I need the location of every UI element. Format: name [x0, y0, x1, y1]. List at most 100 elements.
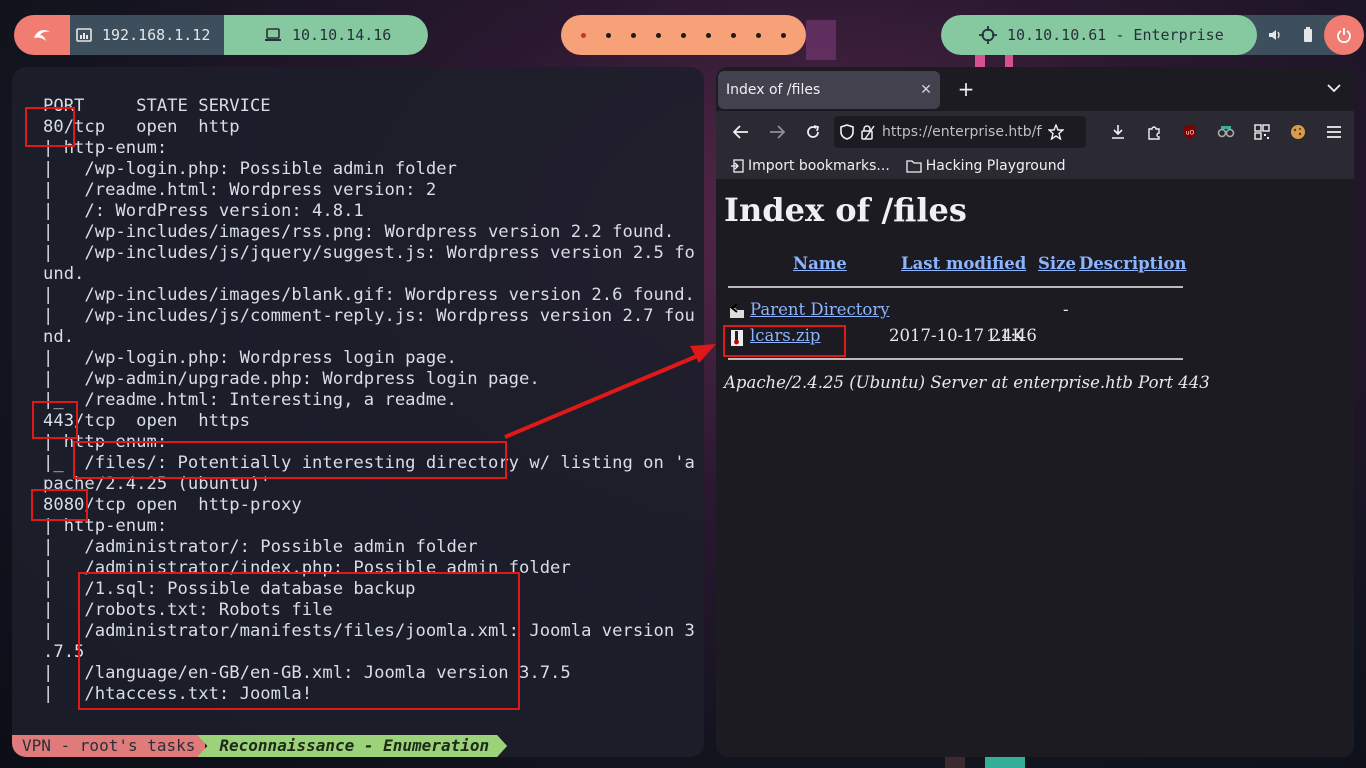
- network-icon: [76, 28, 92, 42]
- annotation-box-port-443: [32, 401, 78, 439]
- foxyproxy-button[interactable]: [1212, 118, 1240, 146]
- lock-warning-icon[interactable]: [860, 124, 876, 140]
- terminal-line: und.: [43, 264, 85, 284]
- bookmark-import-label: Import bookmarks...: [748, 158, 890, 174]
- terminal-line: | /wp-login.php: Possible admin folder: [43, 159, 457, 179]
- annotation-box-joomla-files: [78, 572, 520, 710]
- column-description-header[interactable]: Description: [1079, 254, 1187, 273]
- back-button[interactable]: [726, 117, 756, 147]
- bookmark-import[interactable]: Import bookmarks...: [730, 158, 890, 174]
- reload-button[interactable]: [798, 117, 828, 147]
- workspace-1[interactable]: [581, 32, 586, 38]
- wappalyzer-button[interactable]: [1248, 118, 1276, 146]
- toolbar-icons: uO: [1104, 118, 1348, 146]
- terminal-line: | http-enum:: [43, 516, 168, 536]
- download-icon: [1112, 125, 1124, 139]
- page-heading: Index of /files: [724, 191, 967, 229]
- vpn-ip-widget[interactable]: 10.10.14.16: [224, 15, 428, 55]
- parent-directory-link[interactable]: Parent Directory: [750, 300, 890, 319]
- app-menu-button[interactable]: [1320, 118, 1348, 146]
- kali-dragon-icon: [34, 30, 50, 41]
- local-ip-widget[interactable]: 192.168.1.12: [70, 15, 224, 55]
- session-name[interactable]: VPN - root's tasks: [12, 735, 206, 757]
- workspace-4[interactable]: [656, 32, 661, 38]
- workspace-5[interactable]: [681, 32, 686, 38]
- close-tab-icon[interactable]: ✕: [912, 82, 940, 98]
- topbar-right: 10.10.10.61 - Enterprise: [941, 15, 1364, 55]
- list-item: Parent Directory -: [724, 300, 1184, 326]
- svg-text:uO: uO: [1186, 130, 1195, 137]
- bookmark-star-icon[interactable]: [1048, 124, 1064, 140]
- shield-icon[interactable]: [840, 124, 854, 140]
- ublock-button[interactable]: uO: [1176, 118, 1204, 146]
- crosshair-icon: [979, 26, 997, 44]
- terminal-window[interactable]: PORT STATE SERVICE 80/tcp open http | http…: [12, 67, 704, 757]
- workspace-3[interactable]: [631, 32, 636, 38]
- terminal-line: | /wp-login.php: Wordpress login page.: [43, 348, 457, 368]
- cookie-editor-button[interactable]: [1284, 118, 1312, 146]
- folder-icon: [906, 160, 922, 173]
- terminal-line: | /readme.html: Wordpress version: 2: [43, 180, 437, 200]
- bookmarks-toolbar: Import bookmarks... Hacking Playground: [716, 153, 1354, 180]
- window-name[interactable]: Reconnaissance - Enumeration: [197, 735, 507, 757]
- foxyproxy-icon: [1217, 126, 1235, 138]
- column-modified-header[interactable]: Last modified: [901, 254, 1026, 273]
- tab-index-files[interactable]: Index of /files ✕: [718, 71, 940, 109]
- tab-title: Index of /files: [726, 82, 821, 98]
- workspace-7[interactable]: [731, 32, 736, 38]
- bookmark-folder-hacking-playground[interactable]: Hacking Playground: [906, 158, 1066, 174]
- workspace-switcher: [561, 15, 806, 55]
- extensions-button[interactable]: [1140, 118, 1168, 146]
- menu-button[interactable]: [14, 15, 70, 55]
- workspace-9[interactable]: [781, 32, 786, 38]
- laptop-icon: [265, 28, 281, 41]
- annotation-box-files-dir: [73, 441, 507, 479]
- divider: [728, 286, 1183, 288]
- power-button[interactable]: [1324, 15, 1364, 55]
- terminal-line: | /wp-includes/js/jquery/suggest.js: Wor…: [43, 243, 695, 263]
- terminal-line: |_ /readme.html: Interesting, a readme.: [43, 390, 457, 410]
- forward-button[interactable]: [762, 117, 792, 147]
- file-size: -: [1063, 300, 1069, 319]
- terminal-line: 443/tcp open https: [43, 411, 250, 431]
- import-icon: [731, 159, 744, 173]
- terminal-line: 80/tcp open http: [43, 117, 240, 137]
- chevron-down-icon: [1327, 84, 1341, 93]
- terminal-line: | /wp-includes/images/rss.png: Wordpress…: [43, 222, 675, 242]
- cookie-icon: [1291, 125, 1305, 139]
- workspace-6[interactable]: [706, 32, 711, 38]
- new-tab-button[interactable]: +: [948, 77, 984, 101]
- battery-icon[interactable]: [1303, 27, 1313, 43]
- annotation-box-lcars-zip: [723, 325, 846, 357]
- topbar-left: 192.168.1.12 10.10.14.16: [14, 15, 428, 55]
- annotation-box-port-80: [25, 107, 75, 147]
- terminal-line: | http-enum:: [43, 138, 168, 158]
- wallpaper-accent: [806, 20, 836, 60]
- arrow-right-icon: [770, 125, 785, 139]
- terminal-line: | /: WordPress version: 4.8.1: [43, 201, 364, 221]
- workspace-2[interactable]: [606, 32, 611, 38]
- annotation-box-port-8080: [31, 489, 88, 521]
- bookmark-folder-label: Hacking Playground: [925, 158, 1066, 174]
- target-widget[interactable]: 10.10.10.61 - Enterprise: [941, 15, 1257, 55]
- file-size: 1.4K: [986, 326, 1025, 345]
- qr-code-icon: [1254, 124, 1270, 140]
- tab-strip: Index of /files ✕ +: [716, 67, 1354, 111]
- column-name-header[interactable]: Name: [793, 254, 847, 273]
- column-size-header[interactable]: Size: [1038, 254, 1076, 273]
- navigation-toolbar: https://enterprise.htb/files/ uO: [716, 111, 1354, 153]
- url-bar[interactable]: https://enterprise.htb/files/: [834, 116, 1086, 148]
- divider: [728, 358, 1183, 360]
- back-folder-icon: [730, 303, 744, 318]
- workspace-8[interactable]: [756, 32, 761, 38]
- terminal-line: PORT STATE SERVICE: [43, 96, 271, 116]
- target-text: 10.10.10.61 - Enterprise: [1007, 26, 1224, 44]
- reload-icon: [807, 125, 820, 138]
- downloads-button[interactable]: [1104, 118, 1132, 146]
- list-all-tabs-button[interactable]: [1314, 81, 1354, 97]
- system-tray: [1257, 15, 1324, 55]
- terminal-line: | /wp-admin/upgrade.php: Wordpress login…: [43, 369, 540, 389]
- server-signature: Apache/2.4.25 (Ubuntu) Server at enterpr…: [724, 373, 1210, 392]
- volume-icon[interactable]: [1268, 28, 1282, 42]
- local-ip-text: 192.168.1.12: [102, 26, 211, 44]
